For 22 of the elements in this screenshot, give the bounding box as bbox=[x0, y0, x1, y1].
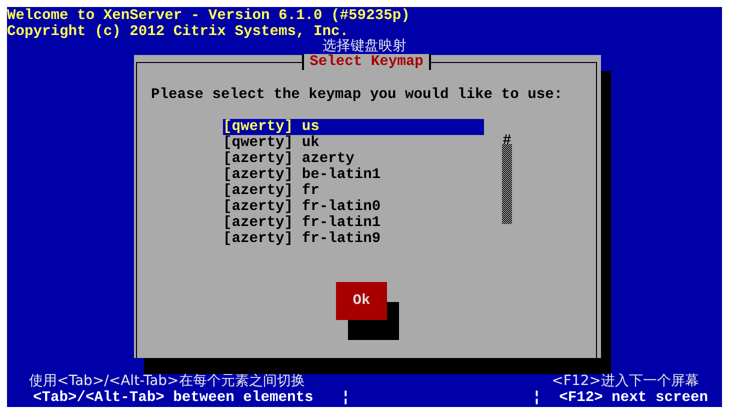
keymap-option[interactable]: [qwerty] uk bbox=[223, 135, 484, 151]
status-text: ¦ bbox=[341, 390, 350, 406]
dialog-title: Select Keymap bbox=[302, 54, 432, 70]
prompt-text: Please select the keymap you would like to use: bbox=[150, 87, 564, 103]
keymap-option[interactable]: [azerty] fr-latin0 bbox=[223, 199, 484, 215]
keymap-option[interactable]: [azerty] fr bbox=[223, 183, 484, 199]
annotation-text: 使用<Tab>/<Alt-Tab>在每个元素之间切换 bbox=[29, 373, 305, 389]
scrollbar-track[interactable] bbox=[502, 144, 512, 224]
copyright-text: Copyright (c) 2012 Citrix Systems, Inc. bbox=[7, 24, 349, 40]
keymap-option[interactable]: [azerty] fr-latin1 bbox=[223, 215, 484, 231]
keymap-option[interactable]: [azerty] be-latin1 bbox=[223, 167, 484, 183]
status-text: <F12> next screen bbox=[559, 390, 708, 406]
keymap-option[interactable]: [qwerty] us bbox=[223, 119, 484, 135]
annotation-text: <F12>进入下一个屏幕 bbox=[552, 373, 699, 389]
status-text: ¦ bbox=[532, 390, 542, 406]
keymap-option[interactable]: [azerty] fr-latin9 bbox=[223, 231, 484, 247]
annotation-text: 选择键盘映射 bbox=[322, 38, 406, 54]
ok-button[interactable]: Ok bbox=[336, 282, 387, 320]
header-title: Welcome to XenServer - Version 6.1.0 (#59235p) bbox=[7, 8, 411, 24]
status-text: <Tab>/<Alt-Tab> between elements bbox=[33, 390, 314, 406]
scrollbar-thumb[interactable]: # bbox=[502, 133, 512, 143]
keymap-option[interactable]: [azerty] azerty bbox=[223, 151, 484, 167]
